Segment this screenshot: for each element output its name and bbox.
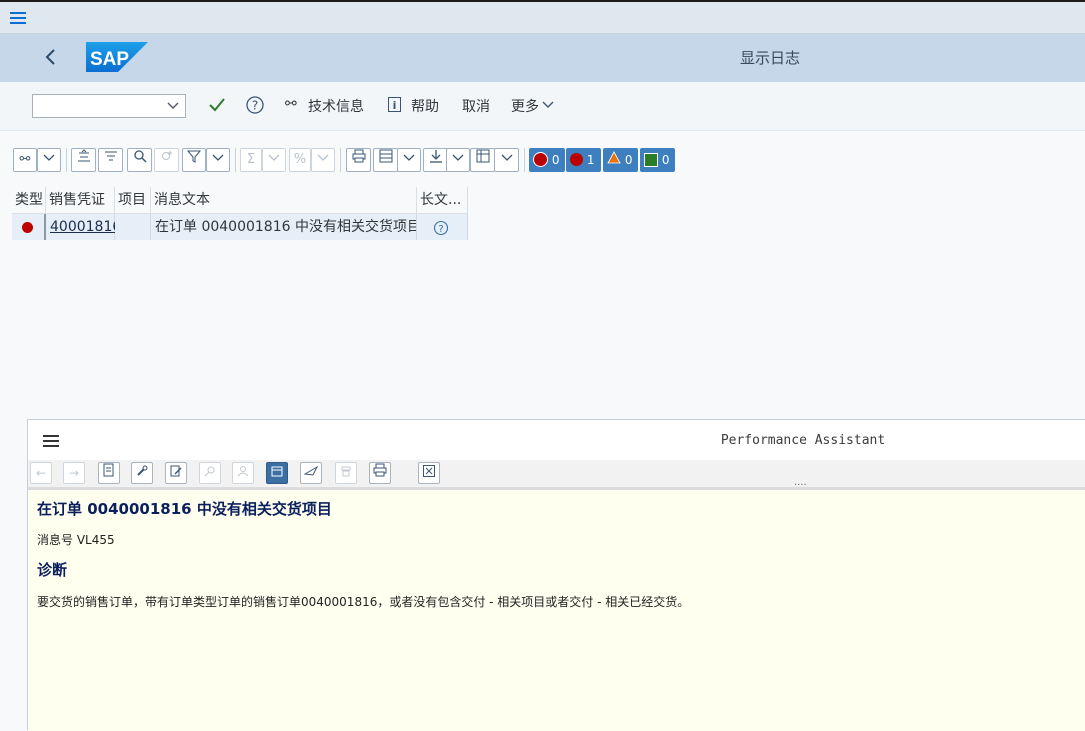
- message-number: 消息号 VL455: [37, 533, 115, 547]
- toolbar-separator: [235, 148, 236, 172]
- sap-logo: SAP: [86, 42, 148, 72]
- sales-doc-link[interactable]: 40001816: [46, 214, 121, 240]
- sum-chevron-down-icon[interactable]: [262, 148, 286, 172]
- message-heading: 在订单 0040001816 中没有相关交货项目: [37, 500, 332, 518]
- help-circle-icon[interactable]: ?: [245, 95, 265, 115]
- back-icon[interactable]: [40, 45, 62, 69]
- toolbar-separator: [340, 148, 341, 172]
- row-type-cell: [12, 214, 46, 240]
- performance-assistant-panel: Performance Assistant ← → ···· 在订单 00400…: [27, 419, 1085, 731]
- long-text-cell: ?: [417, 214, 468, 240]
- filter-icon[interactable]: [182, 148, 206, 172]
- help-icon[interactable]: ?: [433, 219, 449, 236]
- layout-chevron-down-icon[interactable]: [494, 148, 519, 172]
- warning-count: 0: [624, 153, 633, 167]
- view-chevron-down-icon[interactable]: [397, 148, 421, 172]
- stop-count: 0: [551, 153, 560, 167]
- error-count-button[interactable]: 1: [566, 148, 601, 172]
- more-label: 更多: [511, 99, 539, 115]
- sales-doc-number: 40001816: [50, 219, 122, 235]
- user-icon[interactable]: [232, 462, 254, 484]
- item-cell: [115, 214, 151, 240]
- pa-content: 在订单 0040001816 中没有相关交货项目 消息号 VL455 诊断 要交…: [28, 490, 1085, 731]
- glasses-icon: ⚯: [285, 96, 297, 112]
- details-dropdown-chevron-icon[interactable]: [37, 148, 61, 172]
- chevron-down-icon: [167, 98, 179, 117]
- warning-triangle-icon: [607, 148, 621, 172]
- wrench-icon[interactable]: [131, 462, 153, 484]
- diagnosis-heading: 诊断: [37, 561, 68, 579]
- close-icon[interactable]: [418, 462, 440, 484]
- alv-toolbar: ⚯ Σ % 0 1 0 0: [0, 131, 1085, 187]
- pa-toolbar: ← →: [28, 460, 1085, 490]
- pa-header: Performance Assistant: [28, 420, 1085, 461]
- toolbar-separator: [524, 148, 525, 172]
- sort-ascending-icon[interactable]: [71, 148, 96, 172]
- back-arrow-icon[interactable]: ←: [30, 462, 52, 484]
- message-text-cell: 在订单 0040001816 中没有相关交货项目: [151, 214, 417, 240]
- pa-title: Performance Assistant: [720, 433, 886, 448]
- details-glasses-icon[interactable]: ⚯: [13, 148, 37, 172]
- svg-text:?: ?: [252, 99, 258, 113]
- info-icon: i: [388, 97, 401, 112]
- export-chevron-down-icon[interactable]: [446, 148, 470, 172]
- column-header-long-text[interactable]: 长文...: [417, 187, 468, 213]
- diagnosis-text: 要交货的销售订单，带有订单类型订单的销售订单0040001816，或者没有包含交…: [37, 595, 690, 609]
- view-icon[interactable]: [373, 148, 398, 172]
- stop-count-button[interactable]: 0: [529, 148, 565, 172]
- enter-check-icon[interactable]: [208, 96, 226, 114]
- application-toolbar: ? ⚯ 技术信息 i 帮助 取消 更多: [0, 82, 1085, 131]
- help-label: 帮助: [411, 99, 439, 115]
- sort-descending-icon[interactable]: [98, 148, 123, 172]
- svg-text:SAP: SAP: [90, 49, 129, 70]
- chevron-down-icon: [542, 97, 554, 117]
- menu-icon[interactable]: [10, 12, 28, 26]
- search-next-icon[interactable]: [154, 148, 179, 172]
- success-count: 0: [661, 153, 670, 167]
- message-log-table: 类型 销售凭证 项目 消息文本 长文... 40001816 在订单 00400…: [12, 187, 468, 241]
- filter-chevron-down-icon[interactable]: [206, 148, 230, 172]
- page-title: 显示日志: [739, 49, 800, 67]
- toolbar-separator: [66, 148, 67, 172]
- column-header-type[interactable]: 类型: [12, 187, 46, 213]
- forward-arrow-icon[interactable]: →: [63, 462, 85, 484]
- mail-send-icon[interactable]: [300, 462, 322, 484]
- search-icon[interactable]: [127, 148, 152, 172]
- calendar-icon[interactable]: [266, 462, 288, 484]
- document-icon[interactable]: [98, 462, 120, 484]
- error-count: 1: [586, 153, 595, 167]
- command-field[interactable]: [32, 94, 186, 118]
- subtotal-chevron-down-icon[interactable]: [311, 148, 335, 172]
- search-person-icon[interactable]: [199, 462, 221, 484]
- subtotal-icon[interactable]: %: [289, 148, 311, 172]
- tech-info-label: 技术信息: [308, 99, 364, 115]
- svg-text:i: i: [393, 99, 397, 112]
- success-square-icon: [644, 152, 658, 167]
- column-header-item[interactable]: 项目: [115, 187, 151, 213]
- top-menu-bar: [0, 0, 1085, 34]
- cancel-button[interactable]: 取消: [462, 96, 490, 116]
- print-icon[interactable]: [346, 148, 371, 172]
- svg-text:?: ?: [438, 224, 443, 235]
- resize-handle-icon[interactable]: ····: [794, 481, 810, 491]
- column-header-sales-doc[interactable]: 销售凭证: [46, 187, 115, 213]
- warning-count-button[interactable]: 0: [603, 148, 638, 172]
- column-header-message-text[interactable]: 消息文本: [151, 187, 417, 213]
- more-menu-button[interactable]: 更多: [511, 96, 561, 116]
- export-download-icon[interactable]: [423, 148, 448, 172]
- stop-sign-icon: [533, 152, 548, 167]
- phone-icon[interactable]: [335, 462, 357, 484]
- shell-header: SAP 显示日志: [0, 34, 1085, 83]
- edit-note-icon[interactable]: [165, 462, 187, 484]
- error-red-dot-icon: [22, 222, 33, 233]
- pa-menu-icon[interactable]: [43, 435, 61, 449]
- layout-icon[interactable]: [470, 148, 495, 172]
- sum-icon[interactable]: Σ: [240, 148, 262, 172]
- print-icon[interactable]: [369, 462, 391, 484]
- error-dot-icon: [570, 153, 583, 166]
- success-count-button[interactable]: 0: [640, 148, 675, 172]
